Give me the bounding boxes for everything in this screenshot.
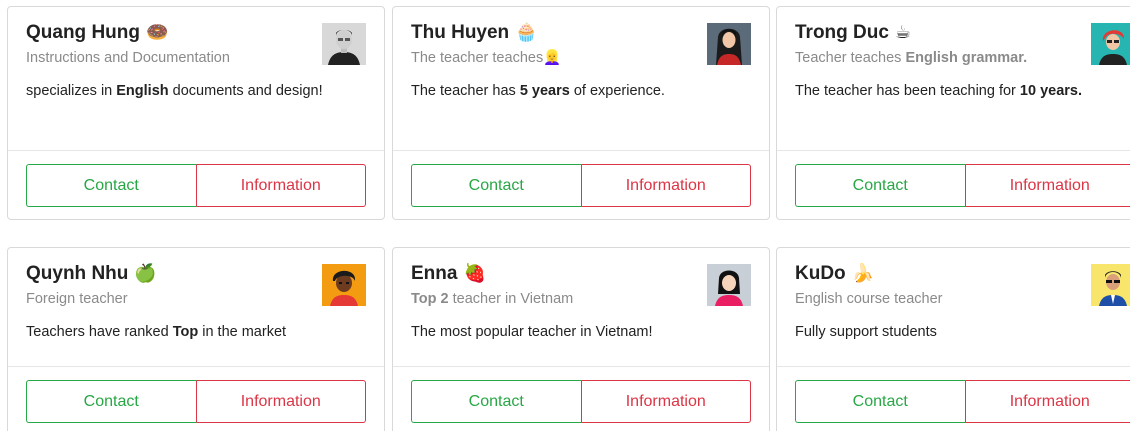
teacher-name: Quynh Nhu 🍏 xyxy=(26,262,366,286)
teacher-card: Quynh Nhu 🍏 Foreign teacher Teachers hav… xyxy=(7,247,385,431)
subtitle-text: teacher in Vietnam xyxy=(448,291,574,307)
contact-button[interactable]: Contact xyxy=(411,164,582,207)
teacher-name-text: Enna xyxy=(411,263,458,284)
information-button[interactable]: Information xyxy=(196,380,366,423)
card-body: Enna 🍓 Top 2 teacher in Vietnam The most… xyxy=(393,248,769,366)
subtitle-text: Foreign teacher xyxy=(26,291,128,307)
teacher-subtitle: The teacher teaches👱‍♀️ xyxy=(411,48,751,68)
woman-bob-hair-avatar-icon xyxy=(707,264,751,306)
desc-text: The most popular teacher in Vietnam! xyxy=(411,324,653,340)
teacher-name: Quang Hung 🍩 xyxy=(26,21,366,45)
teacher-name-text: KuDo xyxy=(795,263,846,284)
desc-text: Fully support students xyxy=(795,324,937,340)
teacher-name-text: Trong Duc xyxy=(795,22,889,43)
teacher-card: Thu Huyen 🧁 The teacher teaches👱‍♀️ The … xyxy=(392,6,770,220)
teacher-description: specializes in English documents and des… xyxy=(26,78,366,105)
card-body: KuDo 🍌 English course teacher Fully supp… xyxy=(777,248,1130,366)
teacher-description: Fully support students xyxy=(795,319,1130,346)
information-button[interactable]: Information xyxy=(581,380,751,423)
desc-bold: 5 years xyxy=(519,83,570,99)
avatar xyxy=(1091,23,1130,65)
teacher-subtitle: Top 2 teacher in Vietnam xyxy=(411,289,751,309)
teacher-card: Enna 🍓 Top 2 teacher in Vietnam The most… xyxy=(392,247,770,431)
teacher-subtitle: Teacher teaches English grammar. xyxy=(795,48,1130,68)
subtitle-text: Teacher teaches xyxy=(795,50,906,66)
desc-text: Teachers have ranked xyxy=(26,324,173,340)
card-body: Trong Duc ☕ Teacher teaches English gram… xyxy=(777,7,1130,150)
desc-bold: English xyxy=(116,83,169,99)
card-footer: Contact Information xyxy=(777,150,1130,219)
teacher-name-text: Quynh Nhu xyxy=(26,263,129,284)
teacher-name: Thu Huyen 🧁 xyxy=(411,21,751,45)
teacher-name-text: Quang Hung xyxy=(26,22,140,43)
donut-icon: 🍩 xyxy=(145,22,169,43)
teacher-card: Quang Hung 🍩 Instructions and Documentat… xyxy=(7,6,385,220)
desc-text: specializes in xyxy=(26,83,117,99)
green-apple-icon: 🍏 xyxy=(134,263,157,284)
teacher-card: KuDo 🍌 English course teacher Fully supp… xyxy=(776,247,1130,431)
information-button[interactable]: Information xyxy=(965,164,1130,207)
woman-red-hair-avatar-icon xyxy=(1091,23,1130,65)
teacher-name: Enna 🍓 xyxy=(411,262,751,286)
card-footer: Contact Information xyxy=(8,366,384,431)
blond-woman-icon: 👱‍♀️ xyxy=(543,50,562,66)
desc-text-post: of experience. xyxy=(569,83,665,99)
subtitle-text: English course teacher xyxy=(795,291,943,307)
desc-text: The teacher has xyxy=(411,83,520,99)
subtitle-text: The teacher teaches xyxy=(411,50,544,66)
avatar xyxy=(707,23,751,65)
teacher-subtitle: English course teacher xyxy=(795,289,1130,309)
card-body: Thu Huyen 🧁 The teacher teaches👱‍♀️ The … xyxy=(393,7,769,150)
desc-text-post: in the market xyxy=(198,324,287,340)
desc-bold: 10 years. xyxy=(1019,83,1082,99)
card-footer: Contact Information xyxy=(777,366,1130,431)
teacher-subtitle: Instructions and Documentation xyxy=(26,48,366,68)
teacher-description: The most popular teacher in Vietnam! xyxy=(411,319,751,346)
information-button[interactable]: Information xyxy=(965,380,1130,423)
avatar xyxy=(1091,264,1130,306)
subtitle-bold: Top 2 xyxy=(411,291,449,307)
man-suit-sunglasses-avatar-icon xyxy=(1091,264,1130,306)
teacher-name: Trong Duc ☕ xyxy=(795,21,1130,45)
banana-icon: 🍌 xyxy=(851,263,875,284)
avatar xyxy=(707,264,751,306)
desc-bold: Top xyxy=(172,324,199,340)
contact-button[interactable]: Contact xyxy=(795,164,966,207)
contact-button[interactable]: Contact xyxy=(795,380,966,423)
information-button[interactable]: Information xyxy=(196,164,366,207)
strawberry-icon: 🍓 xyxy=(463,263,486,284)
coffee-icon: ☕ xyxy=(894,22,912,43)
avatar xyxy=(322,264,366,306)
subtitle-text: Instructions and Documentation xyxy=(26,50,230,66)
man-curly-hair-avatar-icon xyxy=(322,264,366,306)
information-button[interactable]: Information xyxy=(581,164,751,207)
teacher-subtitle: Foreign teacher xyxy=(26,289,366,309)
man-gray-avatar-icon xyxy=(322,23,366,65)
avatar xyxy=(322,23,366,65)
woman-long-hair-avatar-icon xyxy=(707,23,751,65)
teacher-name: KuDo 🍌 xyxy=(795,262,1130,286)
desc-text-post: documents and design! xyxy=(168,83,323,99)
teacher-description: Teachers have ranked Top in the market xyxy=(26,319,366,346)
card-body: Quynh Nhu 🍏 Foreign teacher Teachers hav… xyxy=(8,248,384,366)
cupcake-icon: 🧁 xyxy=(515,22,538,43)
subtitle-bold: English grammar. xyxy=(905,50,1028,66)
contact-button[interactable]: Contact xyxy=(26,380,197,423)
teacher-description: The teacher has been teaching for 10 yea… xyxy=(795,78,1130,105)
card-footer: Contact Information xyxy=(393,366,769,431)
card-footer: Contact Information xyxy=(8,150,384,219)
card-body: Quang Hung 🍩 Instructions and Documentat… xyxy=(8,7,384,150)
contact-button[interactable]: Contact xyxy=(26,164,197,207)
desc-text: The teacher has been teaching for xyxy=(795,83,1020,99)
contact-button[interactable]: Contact xyxy=(411,380,582,423)
teacher-name-text: Thu Huyen xyxy=(411,22,510,43)
teacher-description: The teacher has 5 years of experience. xyxy=(411,78,751,105)
teacher-card: Trong Duc ☕ Teacher teaches English gram… xyxy=(776,6,1130,220)
card-footer: Contact Information xyxy=(393,150,769,219)
